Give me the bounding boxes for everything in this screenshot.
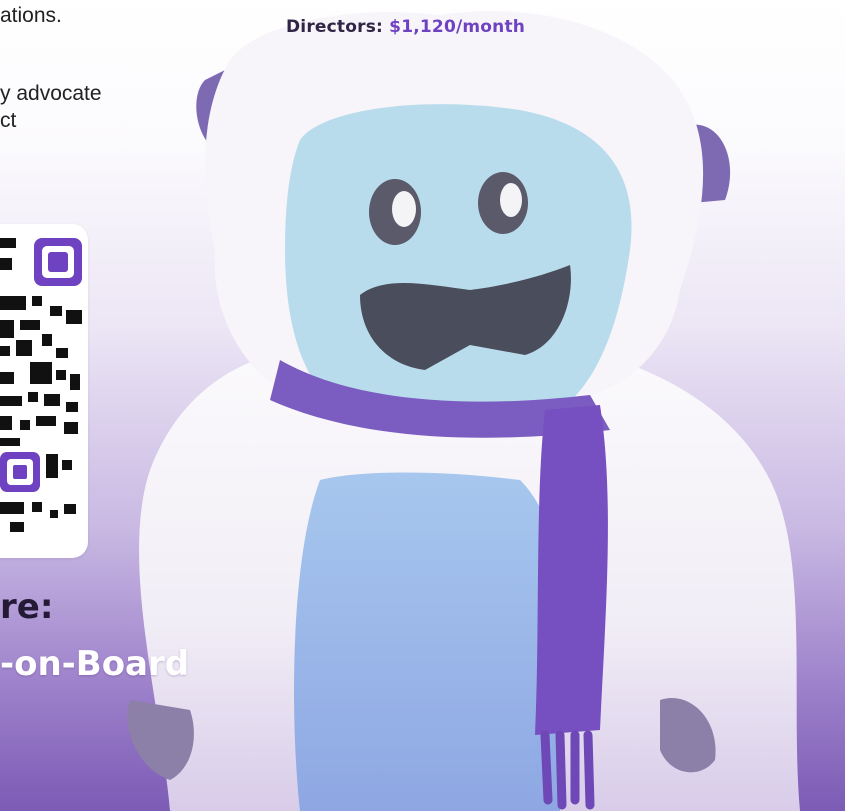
belly xyxy=(294,472,564,811)
cta-subheading: -on-Board xyxy=(0,644,190,684)
intro-text-fragment: ations. xyxy=(0,4,62,27)
qr-code-icon xyxy=(0,238,82,532)
left-eye-shine xyxy=(392,191,416,227)
face-mask xyxy=(285,104,632,433)
advocate-text-fragment: y advocate xyxy=(0,82,102,105)
right-eye-shine xyxy=(500,183,522,217)
scarf-tail xyxy=(535,405,608,735)
directors-price: $1,120/month xyxy=(389,17,526,37)
directors-label: Directors: xyxy=(286,17,384,37)
flyer-page: ations. y advocate ct Directors: $1,120/… xyxy=(0,0,845,811)
advocate-text-fragment-2: ct xyxy=(0,109,17,132)
directors-price-line: Directors: $1,120/month xyxy=(286,17,525,37)
qr-code-card[interactable] xyxy=(0,224,88,558)
cta-heading: re: xyxy=(0,587,54,627)
yeti-mascot-image xyxy=(127,11,800,811)
